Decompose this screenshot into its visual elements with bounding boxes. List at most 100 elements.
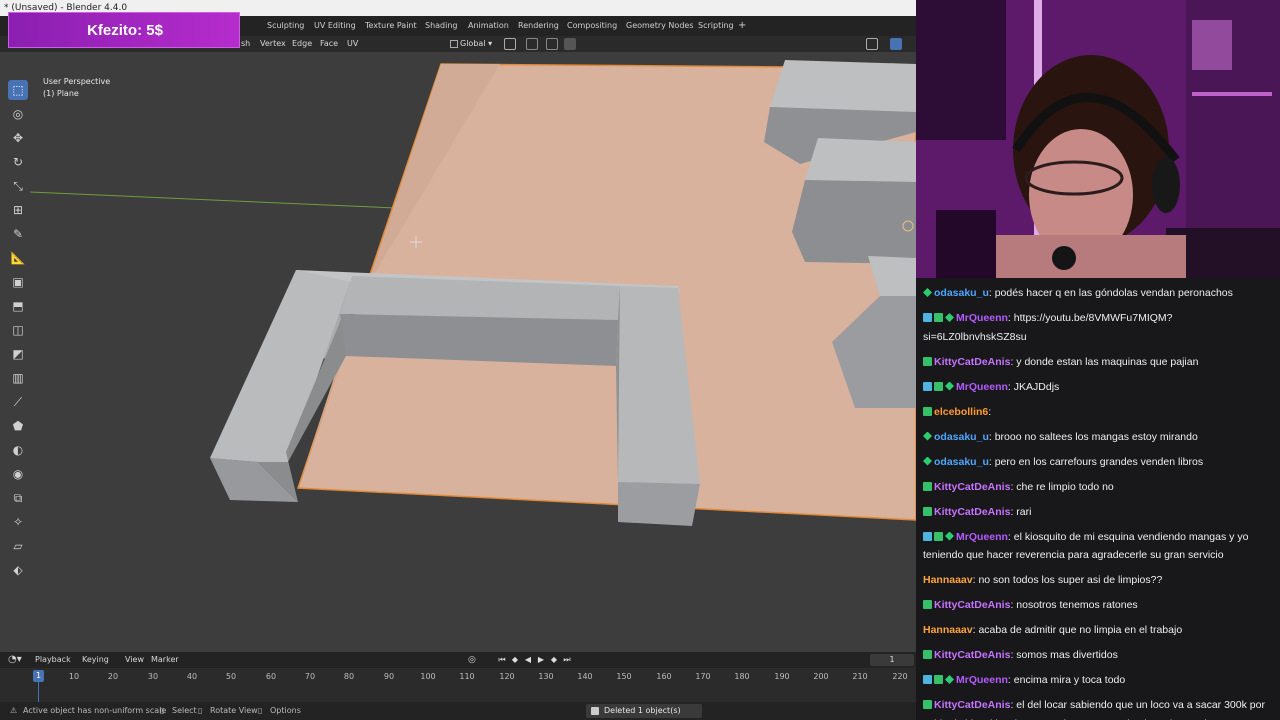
- active-object-label: (1) Plane: [43, 89, 79, 98]
- rotate-icon[interactable]: ↻: [8, 152, 28, 172]
- play-reverse-icon[interactable]: ◀: [523, 654, 533, 666]
- sub-badge-icon: [923, 288, 932, 297]
- loop-cut-icon[interactable]: ▥: [8, 368, 28, 388]
- snap-icon[interactable]: [526, 38, 538, 50]
- chat-username[interactable]: Hannaaav: [923, 624, 973, 636]
- orientation-icon: [450, 40, 458, 48]
- chat-username[interactable]: KittyCatDeAnis: [934, 356, 1010, 368]
- vip-badge-icon: [923, 506, 932, 516]
- select-box-icon[interactable]: ⬚: [8, 80, 28, 100]
- playhead[interactable]: 1: [33, 670, 44, 682]
- annotate-icon[interactable]: ✎: [8, 224, 28, 244]
- chat-username[interactable]: odasaku_u: [934, 431, 989, 443]
- editor-type-icon[interactable]: ◔▾: [8, 652, 22, 668]
- chat-username[interactable]: Hannaaav: [923, 574, 973, 586]
- chat-username[interactable]: KittyCatDeAnis: [934, 481, 1010, 493]
- transform-orientation-dropdown[interactable]: Global ▾: [448, 37, 500, 51]
- chat-username[interactable]: odasaku_u: [934, 456, 989, 468]
- bevel-icon[interactable]: ◩: [8, 344, 28, 364]
- menu-edge[interactable]: Edge: [292, 36, 312, 52]
- shear-icon[interactable]: ▱: [8, 536, 28, 556]
- chat-username[interactable]: KittyCatDeAnis: [934, 699, 1010, 711]
- menu-uv[interactable]: UV: [347, 36, 358, 52]
- 3d-viewport[interactable]: User Perspective (1) Plane ⬚ ◎ ✥ ↻ ⤡ ⊞ ✎…: [0, 52, 916, 652]
- menu-marker[interactable]: Marker: [151, 652, 179, 668]
- frame-tick: 160: [656, 672, 672, 681]
- tab-scripting[interactable]: Scripting: [693, 16, 739, 36]
- frame-tick: 60: [265, 672, 277, 681]
- chat-text: rari: [1016, 505, 1032, 518]
- tab-compositing[interactable]: Compositing: [562, 16, 622, 36]
- edge-slide-icon[interactable]: ⧉: [8, 488, 28, 508]
- measure-icon[interactable]: 📐: [8, 248, 28, 268]
- menu-face[interactable]: Face: [320, 36, 338, 52]
- chat-message: odasaku_u: podés hacer q en las góndolas…: [923, 284, 1274, 303]
- menu-view[interactable]: View: [125, 652, 144, 668]
- chat-username[interactable]: odasaku_u: [934, 287, 989, 299]
- menu-vertex[interactable]: Vertex: [260, 36, 286, 52]
- chat-text: podés hacer q en las góndolas vendan per…: [994, 287, 1233, 299]
- chat-username[interactable]: MrQueenn: [956, 381, 1008, 393]
- next-key-icon[interactable]: ◆: [549, 654, 559, 666]
- prev-key-icon[interactable]: ◆: [510, 654, 520, 666]
- vip-badge-icon: [934, 313, 943, 322]
- chat-username[interactable]: MrQueenn: [956, 312, 1008, 324]
- frame-tick: 40: [186, 672, 198, 681]
- proportional-edit-icon[interactable]: [564, 38, 576, 50]
- chat-username[interactable]: KittyCatDeAnis: [934, 506, 1010, 518]
- chat-username[interactable]: MrQueenn: [956, 531, 1008, 543]
- chat-text: che re limpio todo no: [1016, 480, 1114, 493]
- poly-build-icon[interactable]: ⬟: [8, 416, 28, 436]
- menu-keying[interactable]: Keying: [82, 652, 109, 668]
- chat-username[interactable]: MrQueenn: [956, 674, 1008, 686]
- extrude-icon[interactable]: ⬒: [8, 296, 28, 316]
- pivot-icon[interactable]: [504, 38, 516, 50]
- add-cube-icon[interactable]: ▣: [8, 272, 28, 292]
- spin-icon[interactable]: ◐: [8, 440, 28, 460]
- transform-icon[interactable]: ⊞: [8, 200, 28, 220]
- smooth-icon[interactable]: ◉: [8, 464, 28, 484]
- tab-rendering[interactable]: Rendering: [513, 16, 564, 36]
- knife-icon[interactable]: ⟋: [8, 392, 28, 412]
- frame-tick: 90: [383, 672, 395, 681]
- menu-playback[interactable]: Playback: [35, 652, 71, 668]
- shrink-fatten-icon[interactable]: ✧: [8, 512, 28, 532]
- inset-icon[interactable]: ◫: [8, 320, 28, 340]
- tab-texture-paint[interactable]: Texture Paint: [360, 16, 422, 36]
- chat-username[interactable]: KittyCatDeAnis: [934, 599, 1010, 611]
- tab-shading[interactable]: Shading: [420, 16, 463, 36]
- snap-target-icon[interactable]: [546, 38, 558, 50]
- chat-separator: :: [988, 405, 992, 418]
- jump-start-icon[interactable]: ⏮: [497, 654, 507, 666]
- cursor-icon[interactable]: ◎: [8, 104, 28, 124]
- frame-tick: 150: [616, 672, 632, 681]
- gizmo-icon[interactable]: [866, 38, 878, 50]
- chat-username[interactable]: KittyCatDeAnis: [934, 649, 1010, 661]
- chat-message: Hannaaav: no son todos los super asi de …: [923, 571, 1274, 590]
- rip-icon[interactable]: ⬖: [8, 560, 28, 580]
- vip-badge-icon: [923, 600, 932, 609]
- current-frame-field[interactable]: 1: [870, 654, 914, 666]
- jump-end-icon[interactable]: ⏭: [562, 654, 572, 666]
- move-icon[interactable]: ✥: [8, 128, 28, 148]
- playhead-line: [38, 682, 39, 702]
- menu-mesh-partial[interactable]: sh: [241, 36, 250, 52]
- tab-uv-editing[interactable]: UV Editing: [309, 16, 361, 36]
- play-icon[interactable]: ▶: [536, 654, 546, 666]
- chat-text: no son todos los super asi de limpios??: [978, 574, 1163, 586]
- tab-sculpting[interactable]: Sculpting: [262, 16, 309, 36]
- frame-tick: 190: [774, 672, 790, 681]
- timeline-ruler[interactable]: 1 10 20 30 40 50 60 70 80 90 100 110 120…: [0, 668, 916, 702]
- vip-badge-icon: [923, 481, 932, 491]
- blender-window: * (Unsaved) - Blender 4.4.0 Sculpting UV…: [0, 0, 916, 720]
- tab-geometry-nodes[interactable]: Geometry Nodes: [621, 16, 698, 36]
- scale-icon[interactable]: ⤡: [8, 176, 28, 196]
- auto-key-icon[interactable]: ◎: [468, 652, 476, 668]
- tab-animation[interactable]: Animation: [463, 16, 514, 36]
- overlays-icon[interactable]: [890, 38, 902, 50]
- add-workspace-button[interactable]: +: [738, 16, 746, 36]
- status-report[interactable]: Deleted 1 object(s): [586, 704, 702, 718]
- chat-username[interactable]: elcebollin6: [934, 406, 988, 418]
- vip-badge-icon: [923, 406, 932, 416]
- frame-tick: 220: [892, 672, 908, 681]
